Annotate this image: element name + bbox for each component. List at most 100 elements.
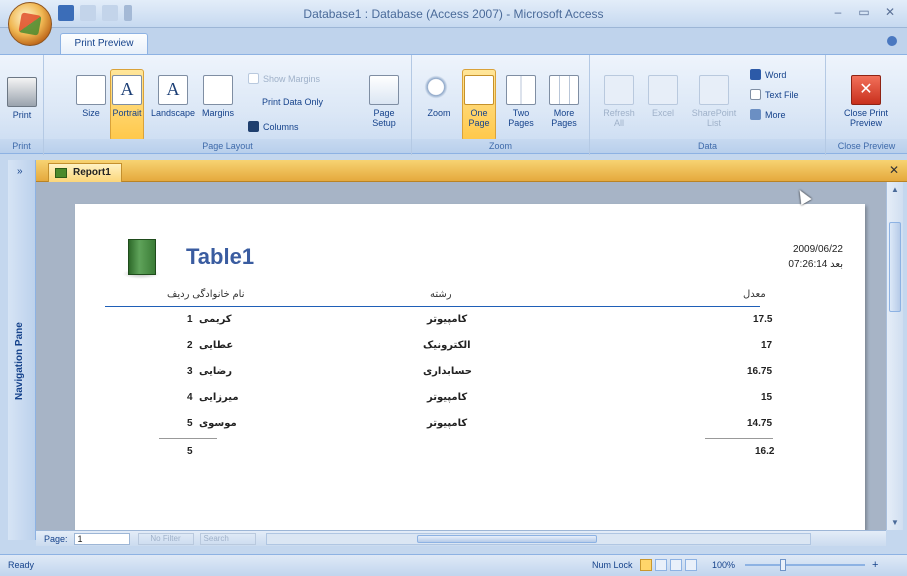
group-page-layout: Size A Portrait A Landscape Margins Show… — [44, 55, 412, 155]
zoom-button[interactable]: Zoom — [422, 75, 456, 118]
zoom-in-icon[interactable]: + — [872, 559, 878, 571]
more-pages-button[interactable]: More Pages — [544, 75, 584, 128]
page-number-field[interactable]: 1 — [73, 532, 130, 545]
report-date: 2009/06/22 — [792, 244, 843, 255]
scroll-up-icon[interactable]: ▲ — [891, 185, 899, 194]
text-file-export-button[interactable]: Text File — [750, 89, 799, 100]
zoom-slider[interactable] — [745, 564, 865, 566]
total-divider-count — [159, 438, 217, 439]
document-tab-bar: Report1 ✕ — [36, 160, 907, 182]
excel-export-button[interactable]: Excel — [646, 75, 680, 118]
group-close-preview: ✕ Close Print Preview Close Preview — [826, 55, 907, 155]
status-bar: Ready Num Lock 100% + — [0, 554, 907, 576]
navigation-pane[interactable]: » Navigation Pane — [8, 160, 36, 540]
design-view-icon[interactable] — [685, 559, 697, 571]
margins-icon — [203, 75, 233, 105]
search-field[interactable]: Search — [199, 532, 256, 545]
scroll-down-icon[interactable]: ▼ — [891, 518, 899, 527]
vertical-scroll-thumb[interactable] — [889, 222, 901, 312]
group-label-zoom: Zoom — [412, 139, 589, 153]
row-major: حسابداری — [423, 366, 473, 377]
help-icon[interactable] — [887, 36, 897, 46]
tab-report1[interactable]: Report1 — [48, 163, 122, 182]
refresh-all-button[interactable]: Refresh All — [598, 75, 640, 128]
report-icon — [55, 168, 67, 178]
report-view-icon[interactable] — [655, 559, 667, 571]
group-zoom: Zoom One Page Two Pages More Pages Zoom — [412, 55, 590, 155]
landscape-icon: A — [158, 75, 188, 105]
show-margins-checkbox[interactable]: Show Margins — [248, 73, 320, 84]
total-average: 16.2 — [755, 446, 775, 457]
group-label-page-layout: Page Layout — [44, 139, 411, 153]
close-print-preview-button[interactable]: ✕ Close Print Preview — [838, 75, 894, 128]
size-button[interactable]: Size — [74, 75, 108, 118]
close-document-icon[interactable]: ✕ — [889, 163, 899, 177]
group-label-data: Data — [590, 139, 825, 153]
columns-button[interactable]: Columns — [248, 121, 299, 132]
window-title: Database1 : Database (Access 2007) - Mic… — [303, 7, 604, 21]
sharepoint-icon — [699, 75, 729, 105]
minimize-button[interactable]: – — [827, 4, 849, 21]
horizontal-scrollbar[interactable] — [265, 532, 811, 545]
total-count: 5 — [187, 446, 193, 457]
print-preview-view-icon[interactable] — [640, 559, 652, 571]
print-preview-area: Table1 2009/06/22 07:26:14 بعد نام خانوا… — [36, 182, 886, 530]
row-name: عطایی — [199, 340, 234, 351]
office-button[interactable] — [8, 2, 52, 46]
excel-icon — [648, 75, 678, 105]
vertical-scrollbar[interactable]: ▲ ▼ — [886, 182, 903, 530]
row-id: 2 — [187, 340, 193, 351]
text-file-icon — [750, 89, 761, 100]
word-export-button[interactable]: Word — [750, 69, 786, 80]
zoom-level[interactable]: 100% — [712, 560, 735, 570]
page-navigation-bar: Page: 1 No Filter Search — [36, 530, 886, 546]
more-pages-icon — [549, 75, 579, 105]
landscape-button[interactable]: A Landscape — [151, 75, 195, 118]
print-data-only-checkbox[interactable]: Print Data Only — [262, 97, 323, 107]
row-major: الکترونیک — [423, 340, 471, 351]
no-filter-indicator[interactable]: No Filter — [137, 532, 194, 545]
row-grade: 17 — [761, 340, 773, 351]
row-id: 3 — [187, 366, 193, 377]
status-ready: Ready — [8, 560, 35, 570]
group-data: Refresh All Excel SharePoint List Word T… — [590, 55, 826, 155]
title-bar: Database1 : Database (Access 2007) - Mic… — [0, 0, 907, 46]
close-preview-icon: ✕ — [851, 75, 881, 105]
two-pages-button[interactable]: Two Pages — [504, 75, 538, 128]
page-setup-icon — [369, 75, 399, 105]
print-button[interactable]: Print — [6, 77, 38, 120]
row-major: کامپیوتر — [427, 392, 468, 403]
more-export-button[interactable]: More — [750, 109, 786, 120]
margins-button[interactable]: Margins — [198, 75, 238, 118]
sharepoint-list-button[interactable]: SharePoint List — [688, 75, 740, 128]
num-lock-indicator: Num Lock — [592, 560, 633, 570]
navigation-pane-label: Navigation Pane — [14, 322, 25, 400]
printer-icon — [7, 77, 37, 107]
group-print: Print Print — [0, 55, 44, 155]
one-page-button[interactable]: One Page — [462, 69, 496, 141]
portrait-button[interactable]: A Portrait — [110, 69, 144, 141]
report-title: Table1 — [186, 244, 255, 269]
zoom-slider-knob[interactable] — [780, 559, 786, 571]
refresh-icon — [604, 75, 634, 105]
checkbox-icon — [248, 73, 259, 84]
two-pages-icon — [506, 75, 536, 105]
report-page[interactable]: Table1 2009/06/22 07:26:14 بعد نام خانوا… — [75, 204, 865, 530]
close-window-button[interactable]: ✕ — [879, 4, 901, 21]
portrait-icon: A — [112, 75, 142, 105]
column-header-major: رشته — [430, 289, 452, 300]
row-grade: 17.5 — [753, 314, 773, 325]
tab-print-preview[interactable]: Print Preview — [60, 33, 148, 54]
row-grade: 15 — [761, 392, 773, 403]
column-header-grade: معدل — [743, 289, 766, 300]
page-label: Page: — [44, 533, 68, 544]
layout-view-icon[interactable] — [670, 559, 682, 571]
row-grade: 14.75 — [747, 418, 773, 429]
page-setup-button[interactable]: Page Setup — [364, 75, 404, 128]
row-id: 4 — [187, 392, 193, 403]
group-label-print: Print — [0, 139, 43, 153]
expand-nav-icon[interactable]: » — [17, 166, 23, 177]
office-logo-icon — [18, 12, 42, 36]
maximize-button[interactable]: ▭ — [853, 4, 875, 21]
horizontal-scroll-thumb[interactable] — [416, 534, 597, 543]
